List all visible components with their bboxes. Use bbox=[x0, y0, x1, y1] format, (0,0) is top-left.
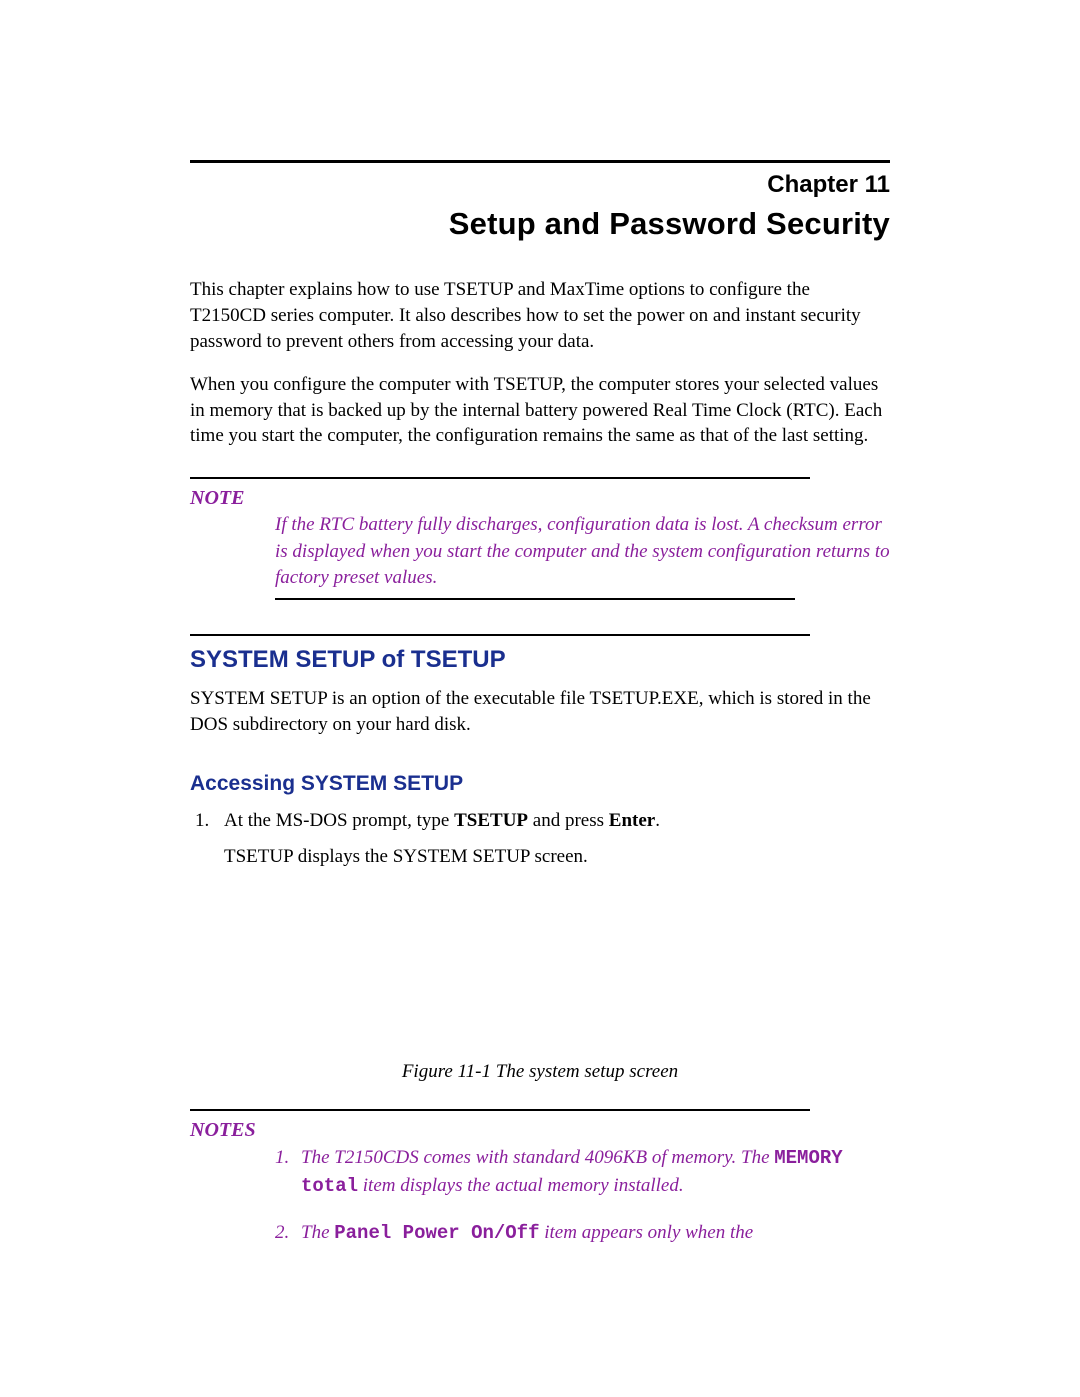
notes-item-1-a: The T2150CDS comes with standard 4096KB … bbox=[301, 1147, 774, 1168]
step-1-bold-enter: Enter bbox=[609, 810, 655, 831]
intro-paragraph-1: This chapter explains how to use TSETUP … bbox=[190, 277, 890, 354]
notes-item-1-num: 1. bbox=[275, 1144, 301, 1201]
figure-caption: Figure 11-1 The system setup screen bbox=[190, 1059, 890, 1085]
note-bottom-rule bbox=[275, 598, 795, 600]
step-1-bold-tsetup: TSETUP bbox=[454, 810, 528, 831]
intro-paragraph-2: When you configure the computer with TSE… bbox=[190, 372, 890, 449]
steps-list: At the MS-DOS prompt, type TSETUP and pr… bbox=[214, 808, 890, 869]
step-1: At the MS-DOS prompt, type TSETUP and pr… bbox=[214, 808, 890, 869]
notes-list: 1. The T2150CDS comes with standard 4096… bbox=[275, 1144, 890, 1248]
notes-item-1-text: The T2150CDS comes with standard 4096KB … bbox=[301, 1144, 890, 1201]
notes-item-2: 2. The Panel Power On/Off item appears o… bbox=[275, 1219, 890, 1248]
note-content: If the RTC battery fully discharges, con… bbox=[275, 512, 890, 592]
chapter-title: Setup and Password Security bbox=[190, 203, 890, 245]
notes-item-1-b: item displays the actual memory installe… bbox=[358, 1175, 684, 1196]
notes-item-2-mono: Panel Power On/Off bbox=[334, 1222, 539, 1244]
notes-item-2-a: The bbox=[301, 1222, 334, 1243]
notes-label: NOTES bbox=[190, 1117, 890, 1144]
header-rule bbox=[190, 160, 890, 163]
note-block: NOTE If the RTC battery fully discharges… bbox=[190, 477, 890, 600]
step-1-text-a: At the MS-DOS prompt, type bbox=[224, 810, 454, 831]
notes-item-2-text: The Panel Power On/Off item appears only… bbox=[301, 1219, 753, 1248]
chapter-label: Chapter 11 bbox=[190, 169, 890, 201]
note-label: NOTE bbox=[190, 485, 890, 512]
notes-item-2-num: 2. bbox=[275, 1219, 301, 1248]
section-rule-1 bbox=[190, 634, 810, 636]
step-1-sub: TSETUP displays the SYSTEM SETUP screen. bbox=[224, 844, 890, 870]
notes-item-1: 1. The T2150CDS comes with standard 4096… bbox=[275, 1144, 890, 1201]
notes-top-rule bbox=[190, 1109, 810, 1111]
notes-item-2-b: item appears only when the bbox=[539, 1222, 753, 1243]
note-top-rule bbox=[190, 477, 810, 479]
step-1-text-b: and press bbox=[528, 810, 609, 831]
section1-paragraph: SYSTEM SETUP is an option of the executa… bbox=[190, 686, 890, 737]
step-1-text-c: . bbox=[655, 810, 660, 831]
subsection-heading-accessing: Accessing SYSTEM SETUP bbox=[190, 770, 890, 798]
section-heading-system-setup: SYSTEM SETUP of TSETUP bbox=[190, 644, 890, 676]
